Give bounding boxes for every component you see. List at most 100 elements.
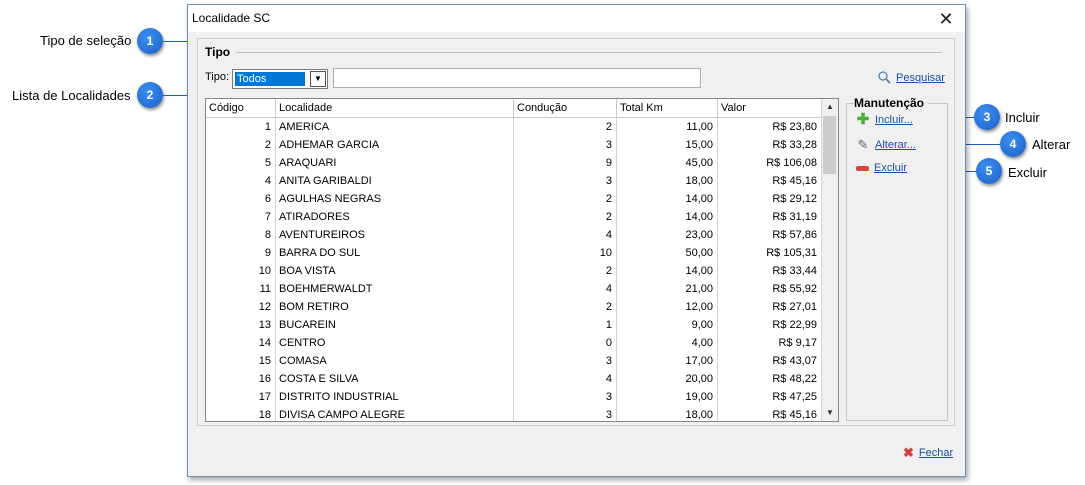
- cell-total-km: 23,00: [617, 226, 718, 244]
- cell-valor: R$ 43,07: [718, 352, 822, 370]
- incluir-button[interactable]: ✚ Incluir...: [856, 112, 913, 127]
- cell-conducao: 0: [514, 334, 617, 352]
- cell-total-km: 50,00: [617, 244, 718, 262]
- tipo-select[interactable]: Todos ▼: [232, 69, 328, 89]
- table-row[interactable]: 5 ARAQUARI 9 45,00 R$ 106,08: [206, 154, 822, 173]
- cell-localidade: ATIRADORES: [276, 208, 514, 226]
- header-localidade[interactable]: Localidade: [276, 99, 514, 117]
- callout-badge-2: 2: [137, 82, 163, 108]
- pesquisar-button[interactable]: Pesquisar: [878, 71, 945, 84]
- cell-valor: R$ 33,28: [718, 136, 822, 154]
- callout-badge-3: 3: [974, 104, 1000, 130]
- tipo-group-title: Tipo: [205, 45, 235, 59]
- table-row[interactable]: 11 BOEHMERWALDT 4 21,00 R$ 55,92: [206, 280, 822, 299]
- cell-valor: R$ 55,92: [718, 280, 822, 298]
- alterar-button[interactable]: ✎ Alterar...: [856, 137, 916, 153]
- callout-label-lista-localidades: Lista de Localidades: [12, 88, 131, 103]
- table-row[interactable]: 1 AMERICA 2 11,00 R$ 23,80: [206, 118, 822, 137]
- vertical-scrollbar[interactable]: ▲ ▼: [821, 99, 838, 421]
- table-row[interactable]: 8 AVENTUREIROS 4 23,00 R$ 57,86: [206, 226, 822, 245]
- cell-codigo: 14: [206, 334, 276, 352]
- scrollbar-thumb[interactable]: [823, 116, 836, 174]
- cell-conducao: 10: [514, 244, 617, 262]
- cell-total-km: 12,00: [617, 298, 718, 316]
- cell-total-km: 14,00: [617, 208, 718, 226]
- cell-localidade: COSTA E SILVA: [276, 370, 514, 388]
- table-row[interactable]: 9 BARRA DO SUL 10 50,00 R$ 105,31: [206, 244, 822, 263]
- cell-valor: R$ 105,31: [718, 244, 822, 262]
- cell-codigo: 8: [206, 226, 276, 244]
- cell-localidade: BOA VISTA: [276, 262, 514, 280]
- table-row[interactable]: 2 ADHEMAR GARCIA 3 15,00 R$ 33,28: [206, 136, 822, 155]
- cell-total-km: 20,00: [617, 370, 718, 388]
- cell-codigo: 17: [206, 388, 276, 406]
- incluir-label: Incluir...: [875, 114, 913, 126]
- header-valor[interactable]: Valor: [718, 99, 822, 117]
- cell-conducao: 2: [514, 190, 617, 208]
- cell-total-km: 15,00: [617, 136, 718, 154]
- cell-localidade: AGULHAS NEGRAS: [276, 190, 514, 208]
- table-row[interactable]: 4 ANITA GARIBALDI 3 18,00 R$ 45,16: [206, 172, 822, 191]
- table-row[interactable]: 15 COMASA 3 17,00 R$ 43,07: [206, 352, 822, 371]
- search-input[interactable]: [333, 68, 701, 88]
- table-row[interactable]: 12 BOM RETIRO 2 12,00 R$ 27,01: [206, 298, 822, 317]
- tipo-divider: [236, 52, 942, 53]
- excluir-button[interactable]: Excluir: [856, 162, 907, 174]
- cell-codigo: 9: [206, 244, 276, 262]
- cell-codigo: 13: [206, 316, 276, 334]
- header-conducao[interactable]: Condução: [514, 99, 617, 117]
- cell-valor: R$ 45,16: [718, 172, 822, 190]
- cell-localidade: BARRA DO SUL: [276, 244, 514, 262]
- window-title: Localidade SC: [192, 11, 271, 25]
- cell-localidade: ANITA GARIBALDI: [276, 172, 514, 190]
- table-row[interactable]: 18 DIVISA CAMPO ALEGRE 3 18,00 R$ 45,16: [206, 406, 822, 421]
- cell-codigo: 18: [206, 406, 276, 421]
- cell-valor: R$ 45,16: [718, 406, 822, 421]
- cell-total-km: 4,00: [617, 334, 718, 352]
- cell-codigo: 5: [206, 154, 276, 172]
- cell-total-km: 18,00: [617, 406, 718, 421]
- callout-badge-5: 5: [976, 158, 1002, 184]
- table-row[interactable]: 16 COSTA E SILVA 4 20,00 R$ 48,22: [206, 370, 822, 389]
- cell-total-km: 9,00: [617, 316, 718, 334]
- cell-total-km: 45,00: [617, 154, 718, 172]
- header-codigo[interactable]: Código: [206, 99, 276, 117]
- cell-conducao: 4: [514, 370, 617, 388]
- scroll-down-icon[interactable]: ▼: [822, 405, 838, 421]
- cell-localidade: AMERICA: [276, 118, 514, 136]
- callout-label-alterar: Alterar: [1032, 137, 1071, 152]
- close-button[interactable]: ✕: [935, 8, 957, 30]
- callout-badge-4: 4: [1000, 131, 1026, 157]
- localidades-table[interactable]: Código Localidade Condução Total Km Valo…: [205, 98, 839, 422]
- cell-codigo: 12: [206, 298, 276, 316]
- cell-total-km: 11,00: [617, 118, 718, 136]
- alterar-label: Alterar...: [875, 139, 916, 151]
- pencil-icon: ✎: [857, 137, 869, 152]
- scroll-up-icon[interactable]: ▲: [822, 99, 838, 115]
- header-total-km[interactable]: Total Km: [617, 99, 718, 117]
- cell-conducao: 2: [514, 298, 617, 316]
- table-row[interactable]: 14 CENTRO 0 4,00 R$ 9,17: [206, 334, 822, 353]
- localidade-dialog: Localidade SC ✕ Tipo Tipo: Todos ▼ Pesqu…: [187, 4, 966, 477]
- cell-conducao: 1: [514, 316, 617, 334]
- cell-localidade: AVENTUREIROS: [276, 226, 514, 244]
- fechar-button[interactable]: ✖ Fechar: [903, 445, 953, 461]
- table-row[interactable]: 7 ATIRADORES 2 14,00 R$ 31,19: [206, 208, 822, 227]
- cell-valor: R$ 106,08: [718, 154, 822, 172]
- table-row[interactable]: 10 BOA VISTA 2 14,00 R$ 33,44: [206, 262, 822, 281]
- cell-codigo: 4: [206, 172, 276, 190]
- cell-conducao: 2: [514, 208, 617, 226]
- cell-localidade: ADHEMAR GARCIA: [276, 136, 514, 154]
- cell-localidade: BUCAREIN: [276, 316, 514, 334]
- cell-valor: R$ 47,25: [718, 388, 822, 406]
- title-bar[interactable]: Localidade SC ✕: [188, 5, 965, 32]
- table-row[interactable]: 6 AGULHAS NEGRAS 2 14,00 R$ 29,12: [206, 190, 822, 209]
- cell-localidade: DIVISA CAMPO ALEGRE: [276, 406, 514, 421]
- cell-conducao: 3: [514, 172, 617, 190]
- chevron-down-icon[interactable]: ▼: [310, 71, 326, 87]
- cell-total-km: 19,00: [617, 388, 718, 406]
- table-row[interactable]: 17 DISTRITO INDUSTRIAL 3 19,00 R$ 47,25: [206, 388, 822, 407]
- excluir-label: Excluir: [874, 162, 908, 174]
- table-row[interactable]: 13 BUCAREIN 1 9,00 R$ 22,99: [206, 316, 822, 335]
- cell-valor: R$ 23,80: [718, 118, 822, 136]
